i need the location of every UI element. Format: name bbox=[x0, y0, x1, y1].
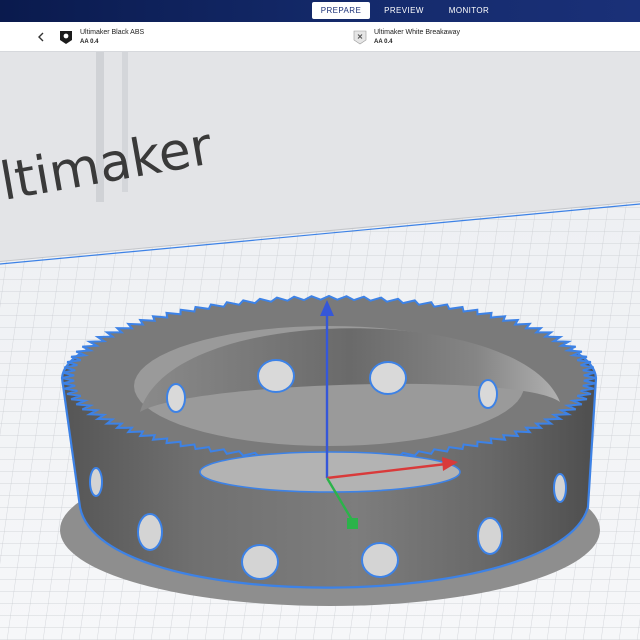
tab-preview[interactable]: PREVIEW bbox=[376, 2, 432, 19]
axis-y-cube-icon[interactable] bbox=[347, 518, 358, 529]
extruder-1-selector[interactable]: Ultimaker Black ABS AA 0.4 bbox=[58, 22, 338, 52]
top-navigation-bar: PREPARE PREVIEW MONITOR bbox=[0, 0, 640, 22]
filament-spool-icon bbox=[353, 30, 367, 45]
extruder-configuration-bar: Ultimaker Black ABS AA 0.4 Ultimaker Whi… bbox=[0, 22, 640, 52]
extruder-2-material: Ultimaker White Breakaway bbox=[374, 29, 460, 36]
filament-spool-icon bbox=[60, 31, 72, 44]
back-button[interactable] bbox=[28, 22, 54, 52]
tab-monitor[interactable]: MONITOR bbox=[440, 2, 498, 19]
extruder-1-core: AA 0.4 bbox=[80, 39, 99, 45]
extruder-2-selector[interactable]: Ultimaker White Breakaway AA 0.4 bbox=[352, 22, 632, 52]
tab-prepare[interactable]: PREPARE bbox=[312, 2, 370, 19]
model-inner-floor bbox=[199, 451, 461, 493]
3d-viewport[interactable]: ltimaker bbox=[0, 52, 640, 640]
extruder-2-core: AA 0.4 bbox=[374, 39, 393, 45]
extruder-1-material: Ultimaker Black ABS bbox=[80, 29, 145, 36]
chevron-left-icon bbox=[38, 32, 44, 42]
